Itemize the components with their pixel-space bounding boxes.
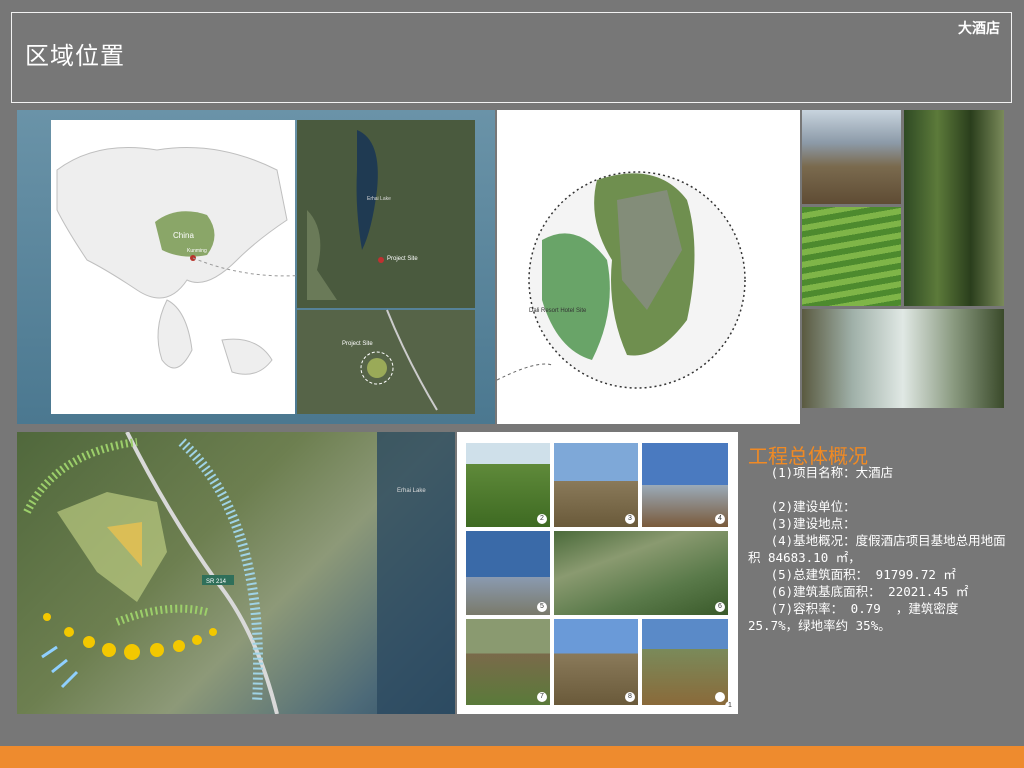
world-map-panel: China Kunming Project Site Erhai Lake Pr…: [17, 110, 495, 424]
photo-number-badge: 7: [537, 692, 547, 702]
photo-number-badge: 1: [725, 701, 735, 711]
hotel-tag: 大酒店: [958, 21, 1000, 37]
photo-mountain: [802, 110, 901, 204]
photo-number-badge: 8: [625, 692, 635, 702]
site-photo-7: 8: [554, 619, 638, 705]
photo-waterfall: [802, 309, 1004, 408]
photo-terraces: [802, 207, 901, 306]
china-label: China: [173, 231, 194, 240]
site-photo-3: 4: [642, 443, 728, 527]
erhai-lake-aerial-label: Erhai Lake: [397, 488, 426, 494]
overview-line: (3)建设地点：: [748, 516, 856, 531]
photo-number-badge: 2: [537, 514, 547, 524]
photo-number-badge: 6: [715, 602, 725, 612]
site-plan-panel: Dali Resort Hotel Site: [497, 110, 800, 424]
photo-number-badge: 3: [625, 514, 635, 524]
overview-text: (1)项目名称：大酒店 (2)建设单位： (3)建设地点： (4)基地概况：度假…: [748, 464, 1010, 634]
site-photo-2: 3: [554, 443, 638, 527]
photo-number-badge: 5: [537, 602, 547, 612]
aerial-map-graphic: SR 214 Erhai Lake: [23, 432, 455, 714]
overview-line: (6)建筑基底面积： 22021.45 ㎡: [748, 584, 969, 599]
dali-resort-label: Dali Resort Hotel Site: [529, 308, 587, 314]
site-photo-1: 2: [466, 443, 550, 527]
erhai-lake-label: Erhai Lake: [367, 196, 391, 202]
photo-number-badge: [715, 692, 725, 702]
page-title: 区域位置: [25, 42, 125, 70]
site-plan-graphic: Dali Resort Hotel Site: [497, 171, 746, 389]
title-frame: [11, 12, 1012, 103]
kunming-label: Kunming: [187, 248, 207, 254]
landscape-photos-top: [802, 110, 1004, 408]
site-photo-5: 6: [554, 531, 728, 615]
photo-forest-path: [904, 110, 1004, 306]
overview-line: [748, 481, 1010, 498]
overview-line: (5)总建筑面积： 91799.72 ㎡: [748, 567, 956, 582]
highway-label: SR 214: [206, 579, 227, 585]
overview-line: (1)项目名称：大酒店: [748, 465, 894, 480]
world-map-graphic: China Kunming Project Site Erhai Lake Pr…: [51, 120, 475, 414]
overview-line: (4)基地概况：度假酒店项目基地总用地面积 84683.10 ㎡，: [748, 533, 1006, 565]
overview-line: (2)建设单位：: [748, 499, 856, 514]
project-site-lower-label: Project Site: [342, 341, 373, 347]
aerial-site-map: SR 214 Erhai Lake: [17, 432, 455, 714]
photo-number-badge: 4: [715, 514, 725, 524]
site-photo-6: 7: [466, 619, 550, 705]
site-photo-grid: 2 3 4 5 6 7 8 1: [457, 432, 738, 714]
site-photo-8: [642, 619, 728, 705]
site-photo-4: 5: [466, 531, 550, 615]
overview-line: (7)容积率： 0.79 ，建筑密度 25.7%，绿地率约 35%。: [748, 601, 966, 633]
project-site-label: Project Site: [387, 256, 418, 262]
footer-accent-bar: [0, 746, 1024, 768]
